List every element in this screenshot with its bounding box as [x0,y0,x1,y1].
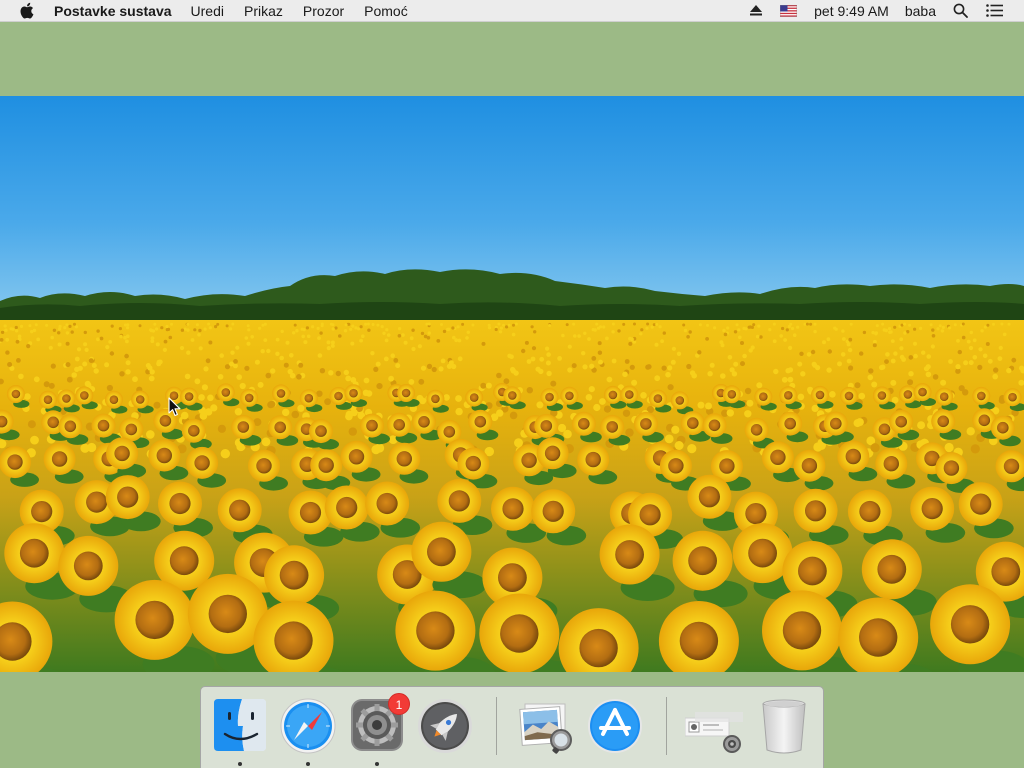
menu-uredi[interactable]: Uredi [181,0,234,22]
menu-prikaz[interactable]: Prikaz [234,0,293,22]
user-name[interactable]: baba [897,0,944,22]
finder-running-indicator [238,762,242,766]
notification-center-icon[interactable] [977,0,1012,22]
finder-icon[interactable] [211,696,269,756]
apple-icon[interactable] [19,2,35,20]
menu-bar: Postavke sustava Uredi Prikaz Prozor Pom… [0,0,1024,22]
safari-icon[interactable] [279,696,337,756]
downloads-stack-icon[interactable] [685,696,743,756]
system-preferences-running-indicator [375,762,379,766]
system-preferences-icon[interactable]: 1 [348,693,410,756]
menu-pomoc[interactable]: Pomoć [354,0,418,22]
mouse-cursor-icon [168,397,182,417]
preview-icon[interactable] [517,696,575,756]
dock-separator [496,697,497,755]
launchpad-icon[interactable] [416,696,474,756]
app-store-icon[interactable] [586,696,644,756]
dock-separator-2 [666,697,667,755]
clock[interactable]: pet 9:49 AM [806,0,897,22]
menu-bar-left: Postavke sustava Uredi Prikaz Prozor Pom… [0,0,418,21]
menu-prozor[interactable]: Prozor [293,0,354,22]
menu-bar-right: pet 9:49 AM baba [741,0,1024,21]
search-icon[interactable] [944,0,977,22]
eject-icon[interactable] [741,0,771,22]
notification-badge: 1 [388,693,410,715]
menu-app-name[interactable]: Postavke sustava [54,0,181,22]
dock: 1 [200,686,824,768]
safari-running-indicator [306,762,310,766]
desktop-wallpaper [0,96,1024,672]
trash-icon[interactable] [755,696,813,756]
sunflower-field-image [0,96,1024,672]
us-flag-icon[interactable] [771,0,806,22]
